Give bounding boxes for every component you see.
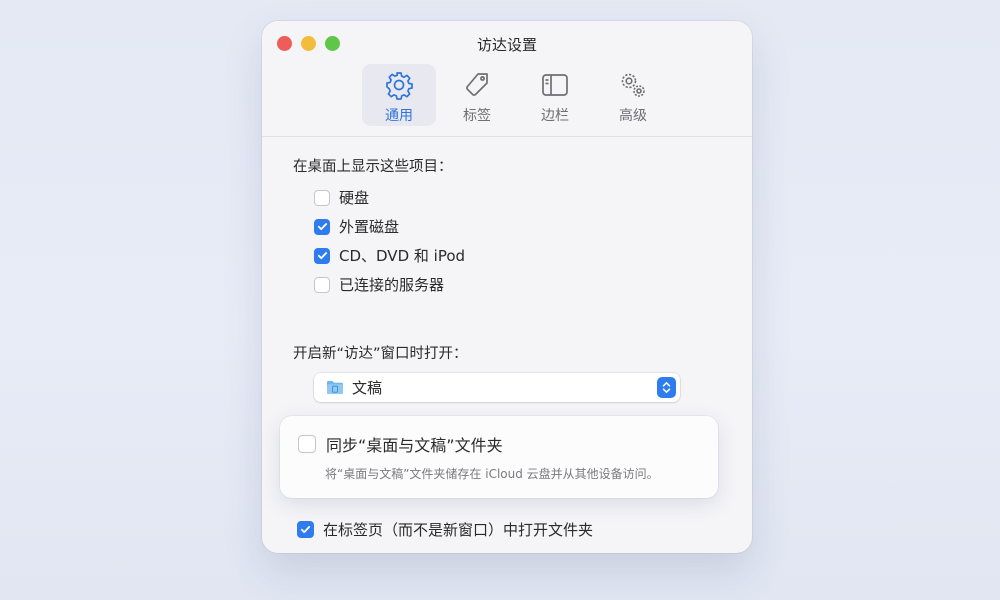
desktop-items-label: 在桌面上显示这些项目： <box>293 159 453 175</box>
checkbox-label: 硬盘 <box>339 189 370 207</box>
checkbox-sync-desktop-documents[interactable]: 同步“桌面与文稿”文件夹 <box>298 432 503 456</box>
tab-label: 通用 <box>385 108 413 124</box>
checkbox[interactable] <box>314 189 330 206</box>
tab-sidebar[interactable]: 边栏 <box>518 64 592 126</box>
sidebar-icon <box>542 74 568 96</box>
tab-label: 标签 <box>463 108 491 124</box>
tag-icon <box>466 73 488 96</box>
titlebar: 访达设置 通用 标签 边栏 高级 <box>262 21 752 137</box>
finder-settings-window: 访达设置 通用 标签 边栏 高级 在桌面上显示这些项目： 硬盘 外置磁盘 CD、… <box>262 21 752 553</box>
folder-icon <box>327 381 343 394</box>
gears-icon <box>621 73 645 97</box>
checkbox-cd-dvd-ipod[interactable]: CD、DVD 和 iPod <box>314 245 465 266</box>
checkbox-external-disks[interactable]: 外置磁盘 <box>314 216 399 237</box>
icloud-sync-description: 将“桌面与文稿”文件夹储存在 iCloud 云盘并从其他设备访问。 <box>325 467 659 481</box>
settings-toolbar: 通用 标签 边栏 高级 <box>362 64 674 126</box>
new-window-target-select[interactable]: 文稿 <box>314 373 680 402</box>
checkbox-label: 在标签页（而不是新窗口）中打开文件夹 <box>323 521 594 539</box>
select-value: 文稿 <box>352 379 383 397</box>
tab-tags[interactable]: 标签 <box>440 64 514 126</box>
checkmark-icon <box>300 526 311 534</box>
checkbox-label: 外置磁盘 <box>339 218 400 236</box>
chevron-up-down-icon <box>662 382 671 393</box>
checkbox[interactable] <box>297 521 314 538</box>
checkbox[interactable] <box>314 218 330 235</box>
checkmark-icon <box>317 252 327 260</box>
tab-label: 边栏 <box>541 108 569 124</box>
checkbox-connected-servers[interactable]: 已连接的服务器 <box>314 274 444 295</box>
checkbox-hard-disks[interactable]: 硬盘 <box>314 187 369 208</box>
checkbox[interactable] <box>298 435 316 453</box>
icloud-sync-card: 同步“桌面与文稿”文件夹 将“桌面与文稿”文件夹储存在 iCloud 云盘并从其… <box>280 416 718 498</box>
checkbox[interactable] <box>314 247 330 264</box>
checkbox-label: 同步“桌面与文稿”文件夹 <box>326 436 503 455</box>
checkbox[interactable] <box>314 276 330 293</box>
tab-label: 高级 <box>619 108 647 124</box>
tab-advanced[interactable]: 高级 <box>596 64 670 126</box>
checkbox-label: 已连接的服务器 <box>339 276 445 294</box>
select-arrows[interactable] <box>657 377 676 398</box>
checkmark-icon <box>317 223 327 231</box>
checkbox-open-in-tabs[interactable]: 在标签页（而不是新窗口）中打开文件夹 <box>297 519 593 540</box>
tab-general[interactable]: 通用 <box>362 64 436 126</box>
window-title: 访达设置 <box>476 36 537 54</box>
new-window-label: 开启新“访达”窗口时打开： <box>293 346 468 362</box>
gear-icon <box>386 72 413 100</box>
checkbox-label: CD、DVD 和 iPod <box>339 247 466 265</box>
